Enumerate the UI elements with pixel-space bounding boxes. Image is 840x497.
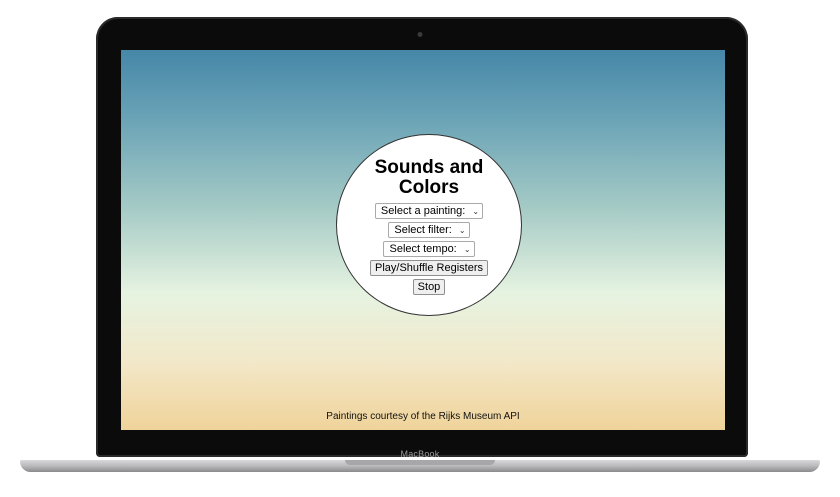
painting-row: Select a painting: ⌄ — [337, 202, 521, 220]
painting-select-value: Select a painting: — [380, 204, 466, 217]
title-line-2: Colors — [398, 177, 460, 198]
filter-select[interactable]: Select filter: ⌄ — [388, 221, 470, 238]
title-line-1: Sounds and — [374, 157, 484, 178]
app-screen: Sounds and Colors Select a painting: ⌄ S… — [121, 50, 725, 430]
play-row: Play/Shuffle Registers — [337, 259, 521, 277]
filter-row: Select filter: ⌄ — [337, 221, 521, 239]
tempo-select-value: Select tempo: — [389, 242, 457, 255]
laptop-mockup: Sounds and Colors Select a painting: ⌄ S… — [0, 0, 840, 497]
chevron-down-icon: ⌄ — [458, 225, 466, 235]
chevron-down-icon: ⌄ — [463, 244, 471, 254]
laptop-notch — [345, 460, 495, 465]
chevron-down-icon: ⌄ — [472, 206, 480, 216]
stop-button[interactable]: Stop — [412, 278, 446, 295]
filter-select-value: Select filter: — [394, 223, 452, 236]
device-brand-label: MacBook — [400, 449, 440, 459]
painting-select[interactable]: Select a painting: ⌄ — [374, 202, 484, 219]
credits-text: Paintings courtesy of the Rijks Museum A… — [326, 411, 520, 422]
play-shuffle-button[interactable]: Play/Shuffle Registers — [369, 259, 489, 276]
control-panel: Sounds and Colors Select a painting: ⌄ S… — [336, 134, 522, 316]
page-title: Sounds and Colors — [337, 158, 521, 198]
tempo-select[interactable]: Select tempo: ⌄ — [383, 240, 475, 257]
stop-row: Stop — [337, 278, 521, 296]
tempo-row: Select tempo: ⌄ — [337, 240, 521, 258]
camera-icon — [417, 32, 423, 37]
